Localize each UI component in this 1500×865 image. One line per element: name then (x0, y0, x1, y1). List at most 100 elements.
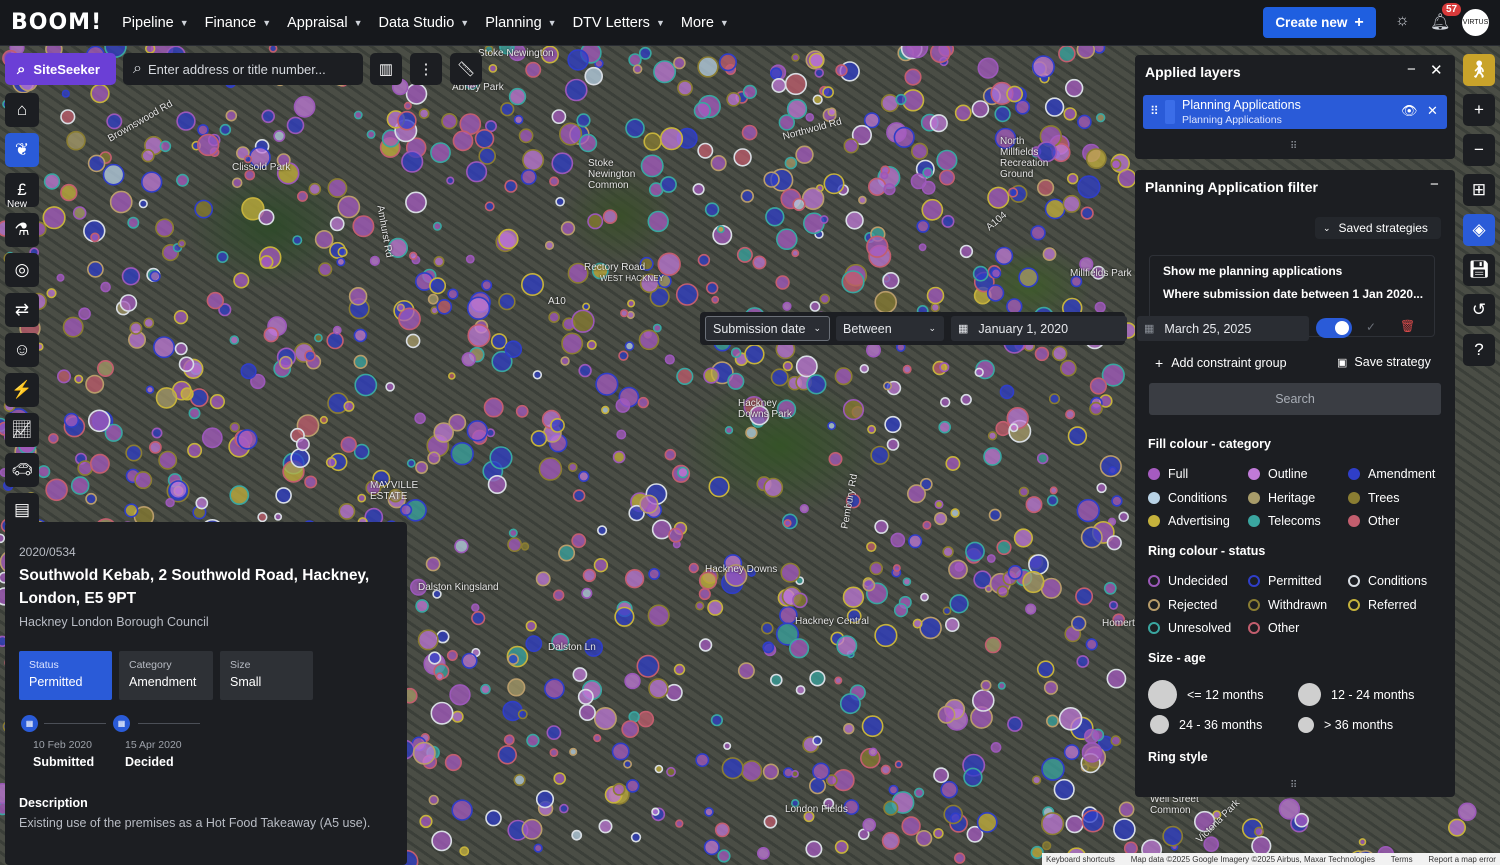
planning-application-dot[interactable] (155, 218, 175, 238)
planning-application-dot[interactable] (868, 747, 878, 757)
planning-application-dot[interactable] (971, 689, 995, 712)
planning-application-dot[interactable] (1064, 78, 1084, 98)
planning-application-dot[interactable] (340, 436, 357, 453)
planning-application-dot[interactable] (584, 66, 604, 86)
rail-owner[interactable]: ☺ (5, 333, 39, 367)
planning-application-dot[interactable] (782, 361, 793, 372)
planning-application-dot[interactable] (859, 364, 869, 374)
planning-application-dot[interactable] (940, 780, 959, 799)
planning-application-dot[interactable] (109, 190, 133, 214)
planning-application-dot[interactable] (441, 112, 458, 130)
planning-application-dot[interactable] (85, 374, 105, 394)
planning-application-dot[interactable] (1076, 498, 1100, 523)
planning-application-dot[interactable] (806, 374, 827, 395)
planning-application-dot[interactable] (559, 803, 569, 814)
planning-application-dot[interactable] (558, 122, 583, 146)
planning-application-dot[interactable] (1358, 838, 1367, 846)
rail-routes[interactable]: ⇄ (5, 293, 39, 327)
planning-application-dot[interactable] (819, 215, 829, 224)
planning-application-dot[interactable] (353, 110, 363, 120)
planning-application-dot[interactable] (286, 116, 305, 135)
planning-application-dot[interactable] (544, 678, 565, 700)
planning-application-dot[interactable] (883, 183, 896, 196)
planning-application-dot[interactable] (933, 828, 944, 839)
planning-application-dot[interactable] (357, 493, 367, 503)
layers-button[interactable]: ◈ (1463, 214, 1495, 246)
planning-application-dot[interactable] (769, 67, 783, 80)
planning-application-dot[interactable] (546, 725, 562, 740)
planning-application-dot[interactable] (63, 412, 80, 429)
planning-application-dot[interactable] (636, 654, 660, 678)
planning-application-dot[interactable] (549, 748, 559, 757)
planning-application-dot[interactable] (919, 616, 942, 640)
planning-application-dot[interactable] (569, 747, 578, 756)
planning-application-dot[interactable] (435, 672, 444, 681)
planning-application-dot[interactable] (138, 199, 148, 209)
planning-application-dot[interactable] (861, 715, 884, 738)
planning-application-dot[interactable] (397, 110, 417, 131)
planning-application-dot[interactable] (449, 684, 471, 706)
planning-application-dot[interactable] (1075, 587, 1094, 606)
planning-application-dot[interactable] (621, 720, 640, 739)
planning-application-dot[interactable] (863, 112, 880, 129)
planning-application-dot[interactable] (893, 564, 901, 572)
planning-application-dot[interactable] (971, 100, 990, 118)
planning-application-dot[interactable] (87, 260, 104, 278)
planning-application-dot[interactable] (997, 681, 1006, 690)
planning-application-dot[interactable] (61, 89, 70, 98)
planning-application-dot[interactable] (647, 210, 669, 233)
planning-application-dot[interactable] (1007, 187, 1019, 198)
planning-application-dot[interactable] (1022, 570, 1045, 594)
planning-application-dot[interactable] (949, 594, 969, 614)
planning-application-dot[interactable] (258, 209, 275, 226)
rail-home[interactable]: ⌂ (5, 93, 39, 127)
planning-application-dot[interactable] (651, 807, 660, 816)
operator-select[interactable]: Between ⌄ (836, 316, 944, 341)
planning-application-dot[interactable] (62, 316, 84, 338)
planning-application-dot[interactable] (1051, 345, 1068, 362)
planning-application-dot[interactable] (593, 733, 602, 743)
planning-application-dot[interactable] (752, 255, 767, 270)
planning-application-dot[interactable] (451, 710, 464, 723)
planning-application-dot[interactable] (348, 287, 368, 306)
planning-application-dot[interactable] (233, 272, 250, 289)
planning-application-dot[interactable] (551, 152, 574, 175)
planning-application-dot[interactable] (744, 344, 765, 365)
planning-application-dot[interactable] (1096, 482, 1107, 494)
status-chip[interactable]: Status Permitted (19, 651, 112, 700)
planning-application-dot[interactable] (994, 246, 1014, 266)
planning-application-dot[interactable] (143, 317, 155, 329)
planning-application-dot[interactable] (417, 629, 439, 651)
planning-application-dot[interactable] (454, 539, 469, 554)
planning-application-dot[interactable] (763, 814, 778, 829)
planning-application-dot[interactable] (450, 442, 474, 466)
planning-application-dot[interactable] (1046, 494, 1059, 507)
planning-application-dot[interactable] (500, 102, 515, 117)
planning-application-dot[interactable] (974, 367, 984, 377)
planning-application-dot[interactable] (593, 557, 609, 573)
planning-application-dot[interactable] (939, 362, 950, 373)
planning-application-dot[interactable] (652, 323, 662, 333)
planning-application-dot[interactable] (775, 275, 790, 290)
planning-application-dot[interactable] (757, 847, 770, 860)
planning-application-dot[interactable] (960, 393, 972, 406)
planning-application-dot[interactable] (870, 445, 890, 465)
planning-application-dot[interactable] (643, 132, 662, 151)
planning-application-dot[interactable] (581, 587, 593, 599)
planning-application-dot[interactable] (698, 638, 713, 652)
planning-application-dot[interactable] (85, 492, 97, 505)
planning-application-dot[interactable] (522, 149, 545, 172)
planning-application-dot[interactable] (525, 620, 537, 632)
planning-application-dot[interactable] (778, 114, 795, 131)
planning-application-dot[interactable] (1048, 393, 1061, 405)
planning-application-dot[interactable] (1080, 206, 1094, 220)
planning-application-dot[interactable] (1099, 455, 1122, 478)
planning-application-dot[interactable] (890, 532, 906, 548)
planning-application-dot[interactable] (612, 450, 626, 464)
planning-application-dot[interactable] (920, 592, 929, 602)
planning-application-dot[interactable] (576, 113, 591, 128)
planning-application-dot[interactable] (1042, 841, 1052, 851)
planning-application-dot[interactable] (466, 420, 488, 442)
planning-application-dot[interactable] (827, 107, 837, 117)
planning-application-dot[interactable] (675, 283, 699, 306)
